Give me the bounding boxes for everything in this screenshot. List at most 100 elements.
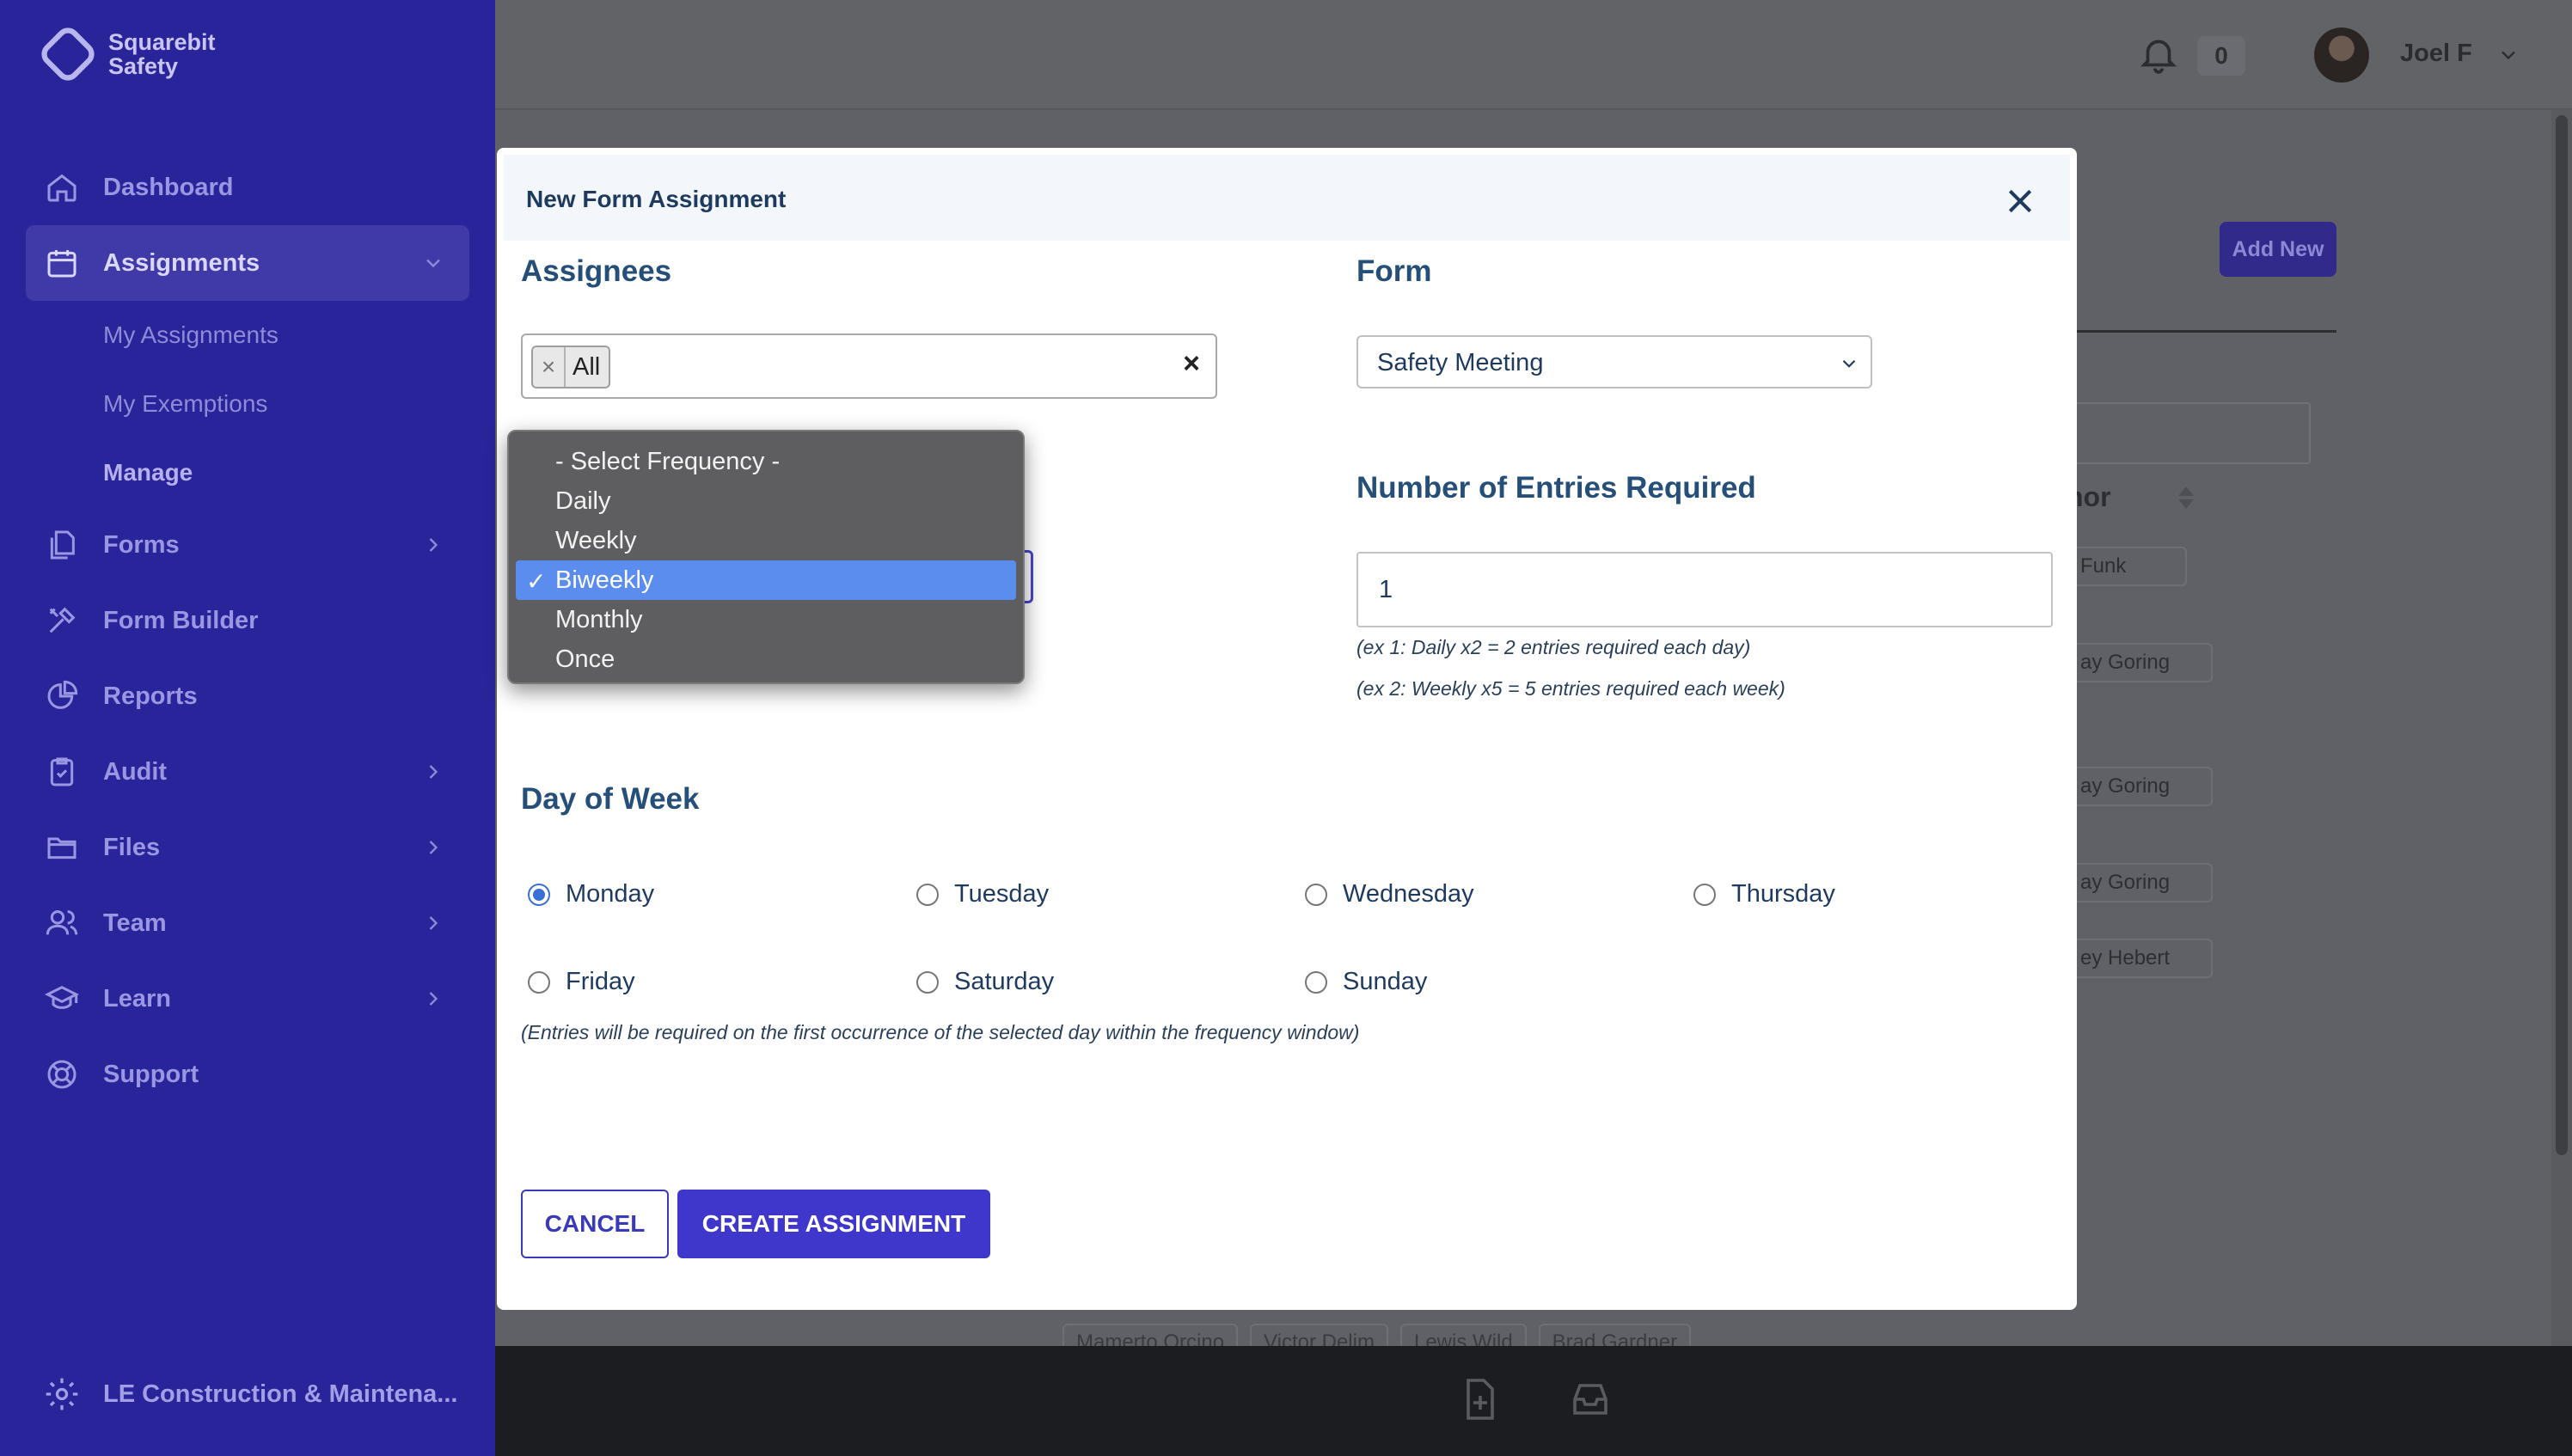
radio-button[interactable] (1305, 883, 1327, 906)
radio-sunday[interactable]: Sunday (1305, 968, 1427, 996)
radio-monday[interactable]: Monday (528, 880, 654, 908)
lifebuoy-icon (43, 1055, 81, 1093)
chevron-down-icon[interactable] (2496, 43, 2520, 67)
radio-thursday[interactable]: Thursday (1693, 880, 1835, 908)
chevron-down-icon (426, 259, 440, 268)
frequency-option-placeholder[interactable]: - Select Frequency - (516, 442, 1016, 481)
radio-button[interactable] (1693, 883, 1716, 906)
graduation-cap-icon (43, 980, 81, 1018)
table-row: ay Goring (2067, 863, 2213, 902)
checkmark-icon: ✓ (526, 568, 547, 595)
option-label: Once (555, 645, 615, 673)
assignee-tag-label: All (573, 352, 601, 381)
chevron-right-icon (429, 538, 438, 552)
chevron-right-icon (429, 841, 438, 854)
form-select-value: Safety Meeting (1377, 349, 1544, 376)
radio-button[interactable] (528, 883, 550, 906)
logo-mark-icon (36, 22, 100, 86)
sidebar-item-assignments[interactable]: Assignments (26, 225, 469, 301)
sidebar-item-label: Assignments (103, 248, 260, 277)
sidebar-item-forms[interactable]: Forms (26, 507, 469, 583)
chevron-down-icon (1842, 359, 1856, 368)
remove-tag-button[interactable]: × (533, 347, 566, 387)
gear-icon (46, 1378, 78, 1410)
option-label: Monthly (555, 605, 643, 633)
frequency-option-once[interactable]: Once (516, 639, 1016, 679)
sidebar-item-label: Support (103, 1060, 199, 1088)
day-of-week-heading: Day of Week (521, 782, 700, 816)
radio-label: Tuesday (954, 880, 1050, 908)
sidebar-item-learn[interactable]: Learn (26, 961, 469, 1037)
entries-required-value: 1 (1379, 576, 1393, 603)
sidebar-item-label: Learn (103, 984, 171, 1012)
sidebar-item-dashboard[interactable]: Dashboard (26, 150, 469, 225)
home-icon (43, 168, 81, 206)
brand-logo[interactable]: Squarebit Safety (36, 22, 216, 86)
sidebar-item-support[interactable]: Support (26, 1037, 469, 1112)
top-bar: 0 Joel F (495, 0, 2572, 110)
option-label: Biweekly (555, 566, 654, 594)
frequency-option-biweekly[interactable]: ✓ Biweekly (516, 560, 1016, 600)
modal-title: New Form Assignment (526, 186, 787, 212)
radio-saturday[interactable]: Saturday (916, 968, 1054, 996)
notification-count-badge: 0 (2197, 36, 2245, 76)
sidebar-nav: Dashboard Assignments My Assignments My … (26, 150, 469, 1112)
table-row: ey Hebert (2067, 939, 2213, 978)
user-name[interactable]: Joel F (2400, 40, 2472, 68)
scrollbar-thumb[interactable] (2556, 115, 2568, 1155)
radio-button[interactable] (1305, 970, 1327, 994)
radio-wednesday[interactable]: Wednesday (1305, 880, 1474, 908)
new-form-assignment-modal: New Form Assignment Assignees × All × Fo… (497, 148, 2077, 1310)
sidebar-item-label: Reports (103, 682, 198, 710)
pie-chart-icon (43, 677, 81, 715)
tools-icon (43, 602, 81, 639)
form-select[interactable]: Safety Meeting (1356, 335, 1872, 388)
sidebar-item-files[interactable]: Files (26, 810, 469, 885)
frequency-dropdown-menu: - Select Frequency - Daily Weekly ✓ Biwe… (507, 430, 1025, 684)
entries-required-input[interactable]: 1 (1356, 552, 2053, 627)
sidebar-item-label: Dashboard (103, 173, 234, 201)
frequency-option-daily[interactable]: Daily (516, 481, 1016, 521)
sidebar-item-audit[interactable]: Audit (26, 734, 469, 810)
sort-icon[interactable] (2177, 485, 2195, 511)
add-document-icon[interactable] (1460, 1377, 1501, 1422)
close-icon[interactable] (2003, 184, 2037, 218)
frequency-option-monthly[interactable]: Monthly (516, 600, 1016, 639)
sidebar-item-label: Form Builder (103, 606, 259, 634)
sidebar-item-label: Files (103, 833, 161, 861)
entries-hint-2: (ex 2: Weekly x5 = 5 entries required ea… (1356, 677, 1785, 700)
sidebar-item-reports[interactable]: Reports (26, 658, 469, 734)
frequency-option-weekly[interactable]: Weekly (516, 521, 1016, 560)
bell-icon[interactable] (2137, 33, 2180, 76)
radio-button[interactable] (916, 970, 939, 994)
radio-button[interactable] (528, 970, 550, 994)
sidebar-subitem-my-exemptions[interactable]: My Exemptions (26, 370, 469, 438)
org-switcher[interactable]: LE Construction & Maintena... (43, 1375, 457, 1413)
create-assignment-button[interactable]: CREATE ASSIGNMENT (677, 1190, 990, 1258)
sidebar-subitem-manage[interactable]: Manage (26, 438, 469, 507)
avatar[interactable] (2314, 28, 2369, 83)
sidebar-item-team[interactable]: Team (26, 885, 469, 961)
radio-label: Thursday (1731, 880, 1835, 908)
radio-label: Saturday (954, 968, 1055, 995)
cancel-button[interactable]: CANCEL (521, 1190, 669, 1258)
chevron-right-icon (429, 916, 438, 930)
add-new-button[interactable]: Add New (2220, 222, 2336, 277)
sidebar-subitem-my-assignments[interactable]: My Assignments (26, 301, 469, 370)
table-row: ay Goring (2067, 643, 2213, 682)
radio-tuesday[interactable]: Tuesday (916, 880, 1049, 908)
radio-button[interactable] (916, 883, 939, 906)
inbox-icon[interactable] (1570, 1377, 1611, 1422)
calendar-icon (43, 244, 81, 282)
page-scrollbar[interactable] (2551, 110, 2572, 1346)
assignees-heading: Assignees (521, 254, 672, 288)
bottom-bar (495, 1346, 2572, 1456)
radio-label: Monday (566, 880, 655, 908)
clear-all-button[interactable]: × (1183, 347, 1200, 381)
entries-hint-1: (ex 1: Daily x2 = 2 entries required eac… (1356, 636, 1751, 658)
sidebar-item-label: Forms (103, 530, 180, 559)
radio-friday[interactable]: Friday (528, 968, 635, 996)
sidebar: Squarebit Safety Dashboard Assignments M… (0, 0, 495, 1456)
sidebar-item-form-builder[interactable]: Form Builder (26, 583, 469, 658)
assignees-multiselect[interactable]: × All × (521, 333, 1217, 399)
